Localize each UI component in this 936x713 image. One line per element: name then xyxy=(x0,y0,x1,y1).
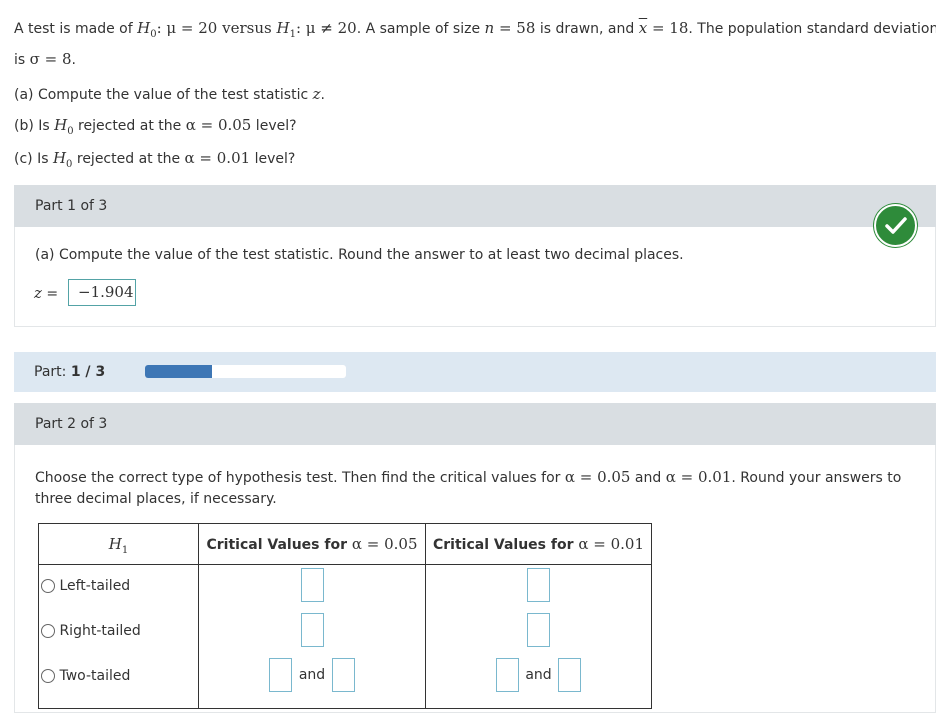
cv001-cell: and xyxy=(425,564,652,709)
cv005-right-input[interactable] xyxy=(300,613,324,647)
questions-list: (a) Compute the value of the test statis… xyxy=(14,82,325,173)
cv005-cell: and xyxy=(198,564,426,709)
question-c: (c) Is H0 rejected at the α = 0.01 level… xyxy=(14,149,296,170)
cv005-two-upper-input[interactable] xyxy=(331,658,355,692)
radio-right-tailed[interactable] xyxy=(41,624,55,638)
question-b: (b) Is H0 rejected at the α = 0.05 level… xyxy=(14,116,297,137)
col-cv005-header: Critical Values for α = 0.05 xyxy=(198,523,426,565)
cv001-two-lower-input[interactable] xyxy=(495,658,519,692)
critical-values-table: H1 Critical Values for α = 0.05 Critical… xyxy=(38,523,652,709)
correct-check-icon xyxy=(874,204,917,247)
part2-prompt: Choose the correct type of hypothesis te… xyxy=(35,468,902,507)
z-label: z = xyxy=(34,284,59,302)
problem-statement: A test is made of H0: μ = 20 versus H1: … xyxy=(14,19,936,68)
cv005-two-lower-input[interactable] xyxy=(269,658,293,692)
cv005-left-input[interactable] xyxy=(300,568,324,602)
part1-header: Part 1 of 3 xyxy=(14,185,936,227)
col-h1-header: H1 xyxy=(38,523,199,565)
progress-fill xyxy=(145,365,212,378)
col-cv001-header: Critical Values for α = 0.01 xyxy=(425,523,652,565)
question-a: (a) Compute the value of the test statis… xyxy=(14,85,325,103)
test-type-cell: Left-tailed Right-tailed Two-tailed xyxy=(38,564,199,709)
radio-left-tailed[interactable] xyxy=(41,579,55,593)
option-two-tailed[interactable]: Two-tailed xyxy=(39,668,198,708)
z-answer-field[interactable]: −1.904 xyxy=(68,279,136,306)
progress-track xyxy=(145,365,346,378)
cv001-right-input[interactable] xyxy=(527,613,550,647)
part1-prompt: (a) Compute the value of the test statis… xyxy=(35,247,684,263)
progress-label: Part: 1 / 3 xyxy=(34,364,106,380)
cv001-left-input[interactable] xyxy=(527,568,550,602)
progress-panel: Part: 1 / 3 xyxy=(14,352,936,392)
part1-header-label: Part 1 of 3 xyxy=(35,198,108,214)
option-right-tailed[interactable]: Right-tailed xyxy=(39,623,198,668)
part2-header: Part 2 of 3 xyxy=(14,403,936,445)
radio-two-tailed[interactable] xyxy=(41,669,55,683)
part2-header-label: Part 2 of 3 xyxy=(35,416,108,432)
cv001-two-upper-input[interactable] xyxy=(558,658,582,692)
option-left-tailed[interactable]: Left-tailed xyxy=(39,578,198,623)
